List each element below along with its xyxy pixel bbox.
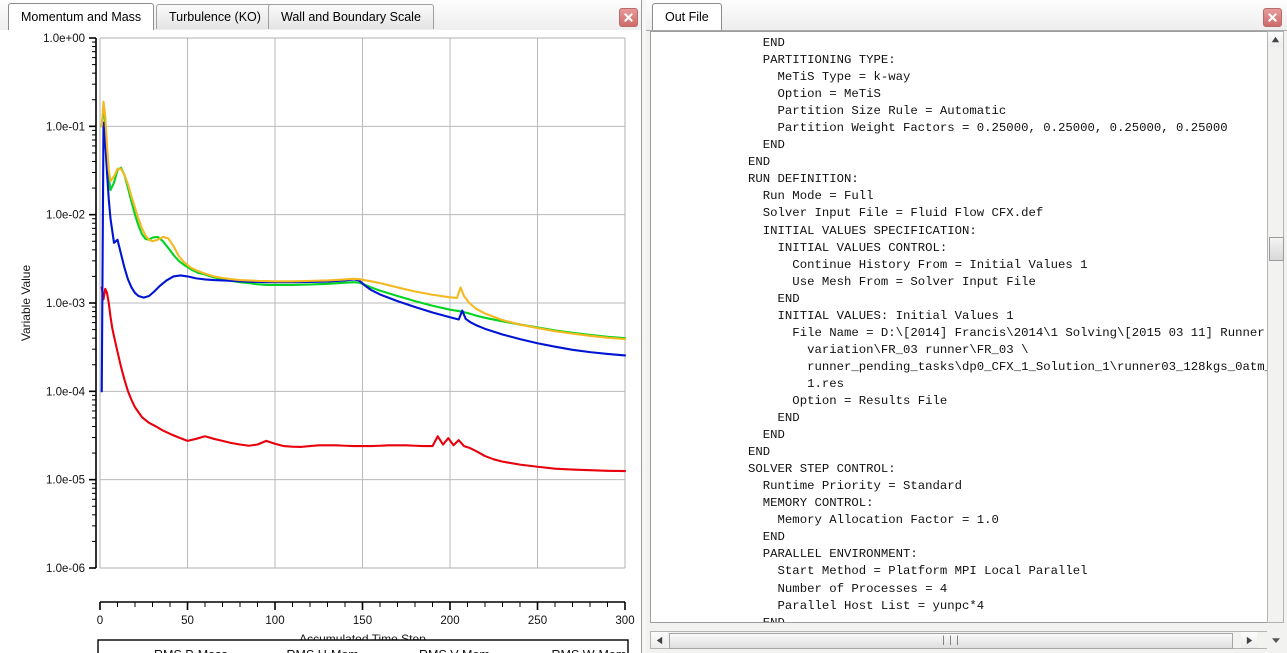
chevron-right-icon [1246, 636, 1252, 644]
svg-text:Variable Value: Variable Value [19, 265, 33, 342]
tab-wall-and-boundary-scale[interactable]: Wall and Boundary Scale [268, 4, 434, 29]
svg-text:200: 200 [440, 615, 459, 627]
svg-text:250: 250 [528, 615, 547, 627]
chevron-left-icon [656, 636, 662, 644]
svg-text:0: 0 [97, 615, 103, 627]
scroll-left-button[interactable] [651, 632, 667, 648]
svg-text:1.0e-03: 1.0e-03 [46, 298, 85, 310]
svg-text:RMS W-Mom: RMS W-Mom [552, 648, 627, 653]
out-file-text-area[interactable]: END PARTITIONING TYPE: MeTiS Type = k-wa… [650, 31, 1274, 623]
svg-text:RMS U-Mom: RMS U-Mom [287, 648, 359, 653]
out-file-horizontal-scrollbar[interactable]: ||| [650, 631, 1274, 649]
scroll-right-button[interactable] [1241, 632, 1257, 648]
out-file-text: END PARTITIONING TYPE: MeTiS Type = k-wa… [748, 36, 1272, 623]
close-out-file-panel-button[interactable] [1263, 8, 1282, 27]
svg-text:100: 100 [265, 615, 284, 627]
scroll-thumb-grip: ||| [940, 635, 962, 647]
svg-text:1.0e-02: 1.0e-02 [46, 210, 85, 222]
svg-text:50: 50 [181, 615, 194, 627]
tab-out-file[interactable]: Out File [652, 3, 722, 30]
out-file-panel: Out File END PARTITIONING TYPE: MeTiS Ty… [646, 0, 1287, 653]
svg-text:RMS V-Mom: RMS V-Mom [419, 648, 490, 653]
chevron-up-icon [1271, 36, 1280, 43]
close-chart-panel-button[interactable] [619, 8, 638, 27]
tab-out-file-label: Out File [665, 10, 709, 24]
residual-chart-panel: Momentum and Mass Turbulence (KO) Wall a… [0, 0, 642, 653]
close-icon [624, 13, 633, 22]
horizontal-scroll-thumb[interactable]: ||| [669, 633, 1233, 649]
svg-text:1.0e+00: 1.0e+00 [43, 33, 85, 45]
svg-text:1.0e-01: 1.0e-01 [46, 121, 85, 133]
scroll-up-button[interactable] [1268, 32, 1283, 47]
svg-text:1.0e-06: 1.0e-06 [46, 563, 85, 575]
tab-turbulence-ko-label: Turbulence (KO) [169, 10, 261, 24]
svg-text:RMS P-Mass: RMS P-Mass [154, 648, 228, 653]
outfile-tabstrip: Out File [646, 0, 1287, 31]
tab-momentum-and-mass-label: Momentum and Mass [21, 10, 142, 24]
svg-text:1.0e-04: 1.0e-04 [46, 386, 86, 398]
out-file-vertical-scrollbar[interactable] [1267, 31, 1284, 623]
svg-text:150: 150 [353, 615, 372, 627]
tab-turbulence-ko[interactable]: Turbulence (KO) [156, 4, 274, 29]
vertical-scroll-thumb[interactable] [1269, 237, 1284, 261]
tab-momentum-and-mass[interactable]: Momentum and Mass [8, 3, 155, 30]
chart-tabstrip: Momentum and Mass Turbulence (KO) Wall a… [0, 0, 641, 31]
tab-wall-and-boundary-scale-label: Wall and Boundary Scale [281, 10, 421, 24]
residual-plot-svg: 1.0e+00 1.0e-01 1.0e-02 1.0e-03 1.0e-04 1.0e-… [19, 33, 635, 653]
svg-text:300: 300 [615, 615, 634, 627]
svg-text:1.0e-05: 1.0e-05 [46, 475, 85, 487]
residual-plot[interactable]: 1.0e+00 1.0e-01 1.0e-02 1.0e-03 1.0e-04 1.0e-… [0, 30, 641, 653]
scroll-corner-menu-button[interactable] [1267, 631, 1284, 649]
application-window: Momentum and Mass Turbulence (KO) Wall a… [0, 0, 1287, 653]
chevron-down-icon [1271, 637, 1280, 643]
close-icon [1268, 13, 1277, 22]
